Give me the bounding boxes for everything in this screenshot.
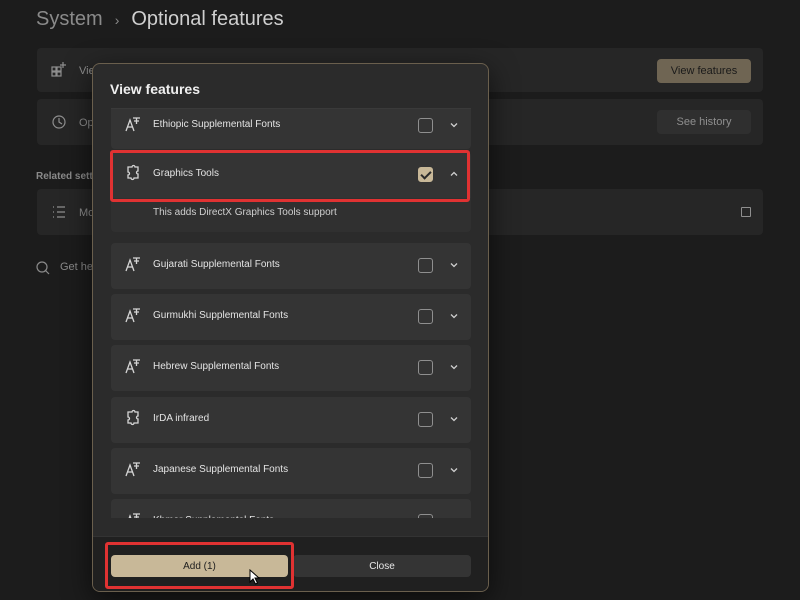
feature-checkbox[interactable] bbox=[418, 167, 433, 182]
breadcrumb-parent[interactable]: System bbox=[36, 8, 103, 31]
view-features-dialog: View features Ethiopic Supplemental Font… bbox=[92, 63, 489, 592]
feature-checkbox[interactable] bbox=[418, 463, 433, 478]
add-apps-icon bbox=[51, 61, 67, 80]
feature-label: Gujarati Supplemental Fonts bbox=[153, 259, 280, 270]
feature-description: This adds DirectX Graphics Tools support bbox=[153, 207, 337, 218]
chevron-down-icon[interactable] bbox=[448, 463, 460, 475]
dialog-footer: Add (1) Close bbox=[93, 536, 488, 591]
feature-row[interactable]: Graphics Tools bbox=[111, 152, 471, 198]
see-history-button[interactable]: See history bbox=[657, 110, 751, 134]
feature-label: Graphics Tools bbox=[153, 168, 219, 179]
chevron-right-icon: › bbox=[114, 11, 120, 28]
chevron-down-icon[interactable] bbox=[448, 118, 460, 130]
get-help-link[interactable]: Get hel bbox=[36, 261, 95, 278]
breadcrumb: System › Optional features bbox=[36, 8, 284, 31]
font-icon bbox=[124, 357, 142, 375]
feature-row[interactable]: Hebrew Supplemental Fonts bbox=[111, 345, 471, 391]
feature-checkbox[interactable] bbox=[418, 360, 433, 375]
font-icon bbox=[124, 511, 142, 518]
dialog-title: View features bbox=[110, 81, 201, 97]
help-chat-icon bbox=[36, 261, 50, 278]
list-icon bbox=[51, 204, 67, 223]
font-icon bbox=[124, 115, 142, 133]
feature-row[interactable]: Japanese Supplemental Fonts bbox=[111, 448, 471, 494]
features-list[interactable]: Ethiopic Supplemental Fonts Graphics Tool… bbox=[111, 108, 471, 518]
feature-row[interactable]: IrDA infrared bbox=[111, 397, 471, 443]
feature-label: IrDA infrared bbox=[153, 413, 210, 424]
feature-label: Ethiopic Supplemental Fonts bbox=[153, 119, 281, 130]
chevron-down-icon[interactable] bbox=[448, 412, 460, 424]
external-link-icon bbox=[741, 207, 751, 217]
feature-label: Khmer Supplemental Fonts bbox=[153, 515, 274, 518]
mouse-cursor-icon bbox=[249, 569, 261, 585]
chevron-up-icon[interactable] bbox=[448, 167, 460, 179]
feature-description-panel: This adds DirectX Graphics Tools support bbox=[111, 198, 471, 232]
feature-checkbox[interactable] bbox=[418, 514, 433, 518]
add-button[interactable]: Add (1) bbox=[111, 555, 288, 577]
feature-label: Japanese Supplemental Fonts bbox=[153, 464, 289, 475]
puzzle-icon bbox=[124, 409, 142, 427]
related-settings-heading: Related sett bbox=[36, 171, 93, 182]
chevron-down-icon[interactable] bbox=[448, 309, 460, 321]
puzzle-icon bbox=[124, 164, 142, 182]
feature-checkbox[interactable] bbox=[418, 309, 433, 324]
chevron-down-icon[interactable] bbox=[448, 514, 460, 518]
feature-label: Hebrew Supplemental Fonts bbox=[153, 361, 280, 372]
history-icon bbox=[51, 114, 67, 133]
font-icon bbox=[124, 255, 142, 273]
font-icon bbox=[124, 460, 142, 478]
font-icon bbox=[124, 306, 142, 324]
get-help-label: Get hel bbox=[60, 261, 96, 273]
feature-row[interactable]: Khmer Supplemental Fonts bbox=[111, 499, 471, 518]
feature-row[interactable]: Ethiopic Supplemental Fonts bbox=[111, 109, 471, 149]
page-title: Optional features bbox=[131, 8, 284, 30]
feature-row[interactable]: Gurmukhi Supplemental Fonts bbox=[111, 294, 471, 340]
feature-checkbox[interactable] bbox=[418, 258, 433, 273]
feature-checkbox[interactable] bbox=[418, 118, 433, 133]
chevron-down-icon[interactable] bbox=[448, 360, 460, 372]
chevron-down-icon[interactable] bbox=[448, 258, 460, 270]
feature-label: Gurmukhi Supplemental Fonts bbox=[153, 310, 289, 321]
view-features-button[interactable]: View features bbox=[657, 59, 751, 83]
feature-checkbox[interactable] bbox=[418, 412, 433, 427]
feature-row[interactable]: Gujarati Supplemental Fonts bbox=[111, 243, 471, 289]
close-button[interactable]: Close bbox=[293, 555, 471, 577]
